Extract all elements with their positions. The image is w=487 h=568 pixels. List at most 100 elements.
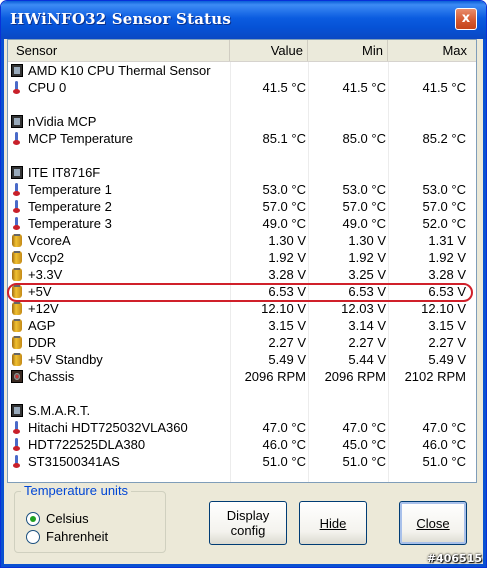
sensor-row[interactable]: Chassis 2096 RPM 2096 RPM 2102 RPM <box>8 368 476 385</box>
sensor-max: 52.0 °C <box>422 216 466 231</box>
close-window-button[interactable]: x <box>455 8 477 30</box>
sensor-min: 85.0 °C <box>342 131 386 146</box>
sensor-value: 12.10 V <box>261 301 306 316</box>
sensor-row[interactable]: ST31500341AS 51.0 °C 51.0 °C 51.0 °C <box>8 453 476 470</box>
sensor-row[interactable]: Temperature 2 57.0 °C 57.0 °C 57.0 °C <box>8 198 476 215</box>
voltage-icon <box>12 319 22 332</box>
sensor-rows: AMD K10 CPU Thermal Sensor CPU 0 41.5 °C 41… <box>8 62 476 470</box>
sensor-max: 1.31 V <box>428 233 466 248</box>
sensor-min: 1.92 V <box>348 250 386 265</box>
sensor-status-window: HWiNFO32 Sensor Status x Sensor Value Mi… <box>0 0 487 568</box>
thermometer-icon <box>11 81 23 94</box>
sensor-value: 1.92 V <box>268 250 306 265</box>
thermometer-icon <box>11 200 23 213</box>
sensor-max: 5.49 V <box>428 352 466 367</box>
sensor-name: Hitachi HDT725032VLA360 <box>28 420 188 435</box>
fahrenheit-label[interactable]: Fahrenheit <box>46 529 108 544</box>
thermometer-icon <box>11 132 23 145</box>
sensor-row[interactable]: +3.3V 3.28 V 3.25 V 3.28 V <box>8 266 476 283</box>
voltage-icon <box>12 336 22 349</box>
sensor-row[interactable]: DDR 2.27 V 2.27 V 2.27 V <box>8 334 476 351</box>
sensor-name: Temperature 3 <box>28 216 112 231</box>
sensor-min: 51.0 °C <box>342 454 386 469</box>
sensor-value: 41.5 °C <box>262 80 306 95</box>
column-header-min-label: Min <box>362 43 383 58</box>
sensor-name: Temperature 1 <box>28 182 112 197</box>
sensor-min: 2.27 V <box>348 335 386 350</box>
sensor-min: 3.25 V <box>348 267 386 282</box>
sensor-row[interactable]: +12V 12.10 V 12.03 V 12.10 V <box>8 300 476 317</box>
sensor-value: 57.0 °C <box>262 199 306 214</box>
sensor-value: 2096 RPM <box>244 369 306 384</box>
voltage-icon <box>12 268 22 281</box>
sensor-row[interactable]: Hitachi HDT725032VLA360 47.0 °C 47.0 °C 47.… <box>8 419 476 436</box>
sensor-value: 51.0 °C <box>262 454 306 469</box>
sensor-value: 53.0 °C <box>262 182 306 197</box>
sensor-group-row[interactable]: AMD K10 CPU Thermal Sensor <box>8 62 476 79</box>
title-bar[interactable]: HWiNFO32 Sensor Status x <box>1 1 486 39</box>
sensor-row[interactable]: +5V 6.53 V 6.53 V 6.53 V <box>8 283 476 300</box>
sensor-min: 12.03 V <box>341 301 386 316</box>
sensor-max: 47.0 °C <box>422 420 466 435</box>
spacer-row <box>8 385 476 402</box>
sensor-group-row[interactable]: S.M.A.R.T. <box>8 402 476 419</box>
sensor-row[interactable]: +5V Standby 5.49 V 5.44 V 5.49 V <box>8 351 476 368</box>
sensor-max: 51.0 °C <box>422 454 466 469</box>
celsius-label[interactable]: Celsius <box>46 511 89 526</box>
sensor-row[interactable]: MCP Temperature 85.1 °C 85.0 °C 85.2 °C <box>8 130 476 147</box>
sensor-name: +3.3V <box>28 267 63 282</box>
sensor-row[interactable]: AGP 3.15 V 3.14 V 3.15 V <box>8 317 476 334</box>
sensor-row[interactable]: HDT722525DLA380 46.0 °C 45.0 °C 46.0 °C <box>8 436 476 453</box>
sensor-name: Chassis <box>28 369 75 384</box>
fahrenheit-radio[interactable] <box>26 530 40 544</box>
thermometer-icon <box>11 438 23 451</box>
thermometer-icon <box>11 455 23 468</box>
list-header: Sensor Value Min Max <box>8 40 476 62</box>
column-header-value-label: Value <box>270 43 303 58</box>
sensor-row[interactable]: Temperature 1 53.0 °C 53.0 °C 53.0 °C <box>8 181 476 198</box>
sensor-min: 45.0 °C <box>342 437 386 452</box>
hide-button[interactable]: Hide <box>299 501 367 545</box>
sensor-max: 2.27 V <box>428 335 466 350</box>
sensor-value: 46.0 °C <box>262 437 306 452</box>
sensor-min: 49.0 °C <box>342 216 386 231</box>
sensor-value: 5.49 V <box>268 352 306 367</box>
voltage-icon <box>12 234 22 247</box>
sensor-value: 2.27 V <box>268 335 306 350</box>
sensor-name: +5V <box>28 284 52 299</box>
sensor-max: 2102 RPM <box>404 369 466 384</box>
sensor-name: +12V <box>28 301 59 316</box>
column-header-value[interactable]: Value <box>230 40 308 61</box>
sensor-group-row[interactable]: nVidia MCP <box>8 113 476 130</box>
chip-icon <box>11 404 23 417</box>
close-label: Close <box>416 515 450 531</box>
column-header-max-label: Max <box>442 43 467 58</box>
window-frame-bottom <box>1 564 486 567</box>
close-button[interactable]: Close <box>399 501 467 545</box>
column-header-max[interactable]: Max <box>388 40 476 61</box>
sensor-value: 3.15 V <box>268 318 306 333</box>
sensor-row[interactable]: CPU 0 41.5 °C 41.5 °C 41.5 °C <box>8 79 476 96</box>
sensor-value: 49.0 °C <box>262 216 306 231</box>
voltage-icon <box>12 285 22 298</box>
sensor-min: 1.30 V <box>348 233 386 248</box>
display-config-label: Display config <box>226 508 270 538</box>
sensor-row[interactable]: Vccp2 1.92 V 1.92 V 1.92 V <box>8 249 476 266</box>
sensor-group-row[interactable]: ITE IT8716F <box>8 164 476 181</box>
sensor-name: Temperature 2 <box>28 199 112 214</box>
sensor-min: 41.5 °C <box>342 80 386 95</box>
sensor-name: AGP <box>28 318 56 333</box>
window-frame-right <box>483 39 486 567</box>
column-header-sensor[interactable]: Sensor <box>8 40 230 61</box>
sensor-min: 5.44 V <box>348 352 386 367</box>
display-config-button[interactable]: Display config <box>209 501 287 545</box>
celsius-radio[interactable] <box>26 512 40 526</box>
sensor-name: HDT722525DLA380 <box>28 437 146 452</box>
sensor-name: AMD K10 CPU Thermal Sensor <box>28 63 211 78</box>
sensor-list[interactable]: Sensor Value Min Max AMD K10 CPU Thermal… <box>7 39 477 483</box>
sensor-name: ST31500341AS <box>28 454 120 469</box>
sensor-row[interactable]: Temperature 3 49.0 °C 49.0 °C 52.0 °C <box>8 215 476 232</box>
sensor-row[interactable]: VcoreA 1.30 V 1.30 V 1.31 V <box>8 232 476 249</box>
sensor-name: DDR <box>28 335 57 350</box>
column-header-min[interactable]: Min <box>308 40 388 61</box>
